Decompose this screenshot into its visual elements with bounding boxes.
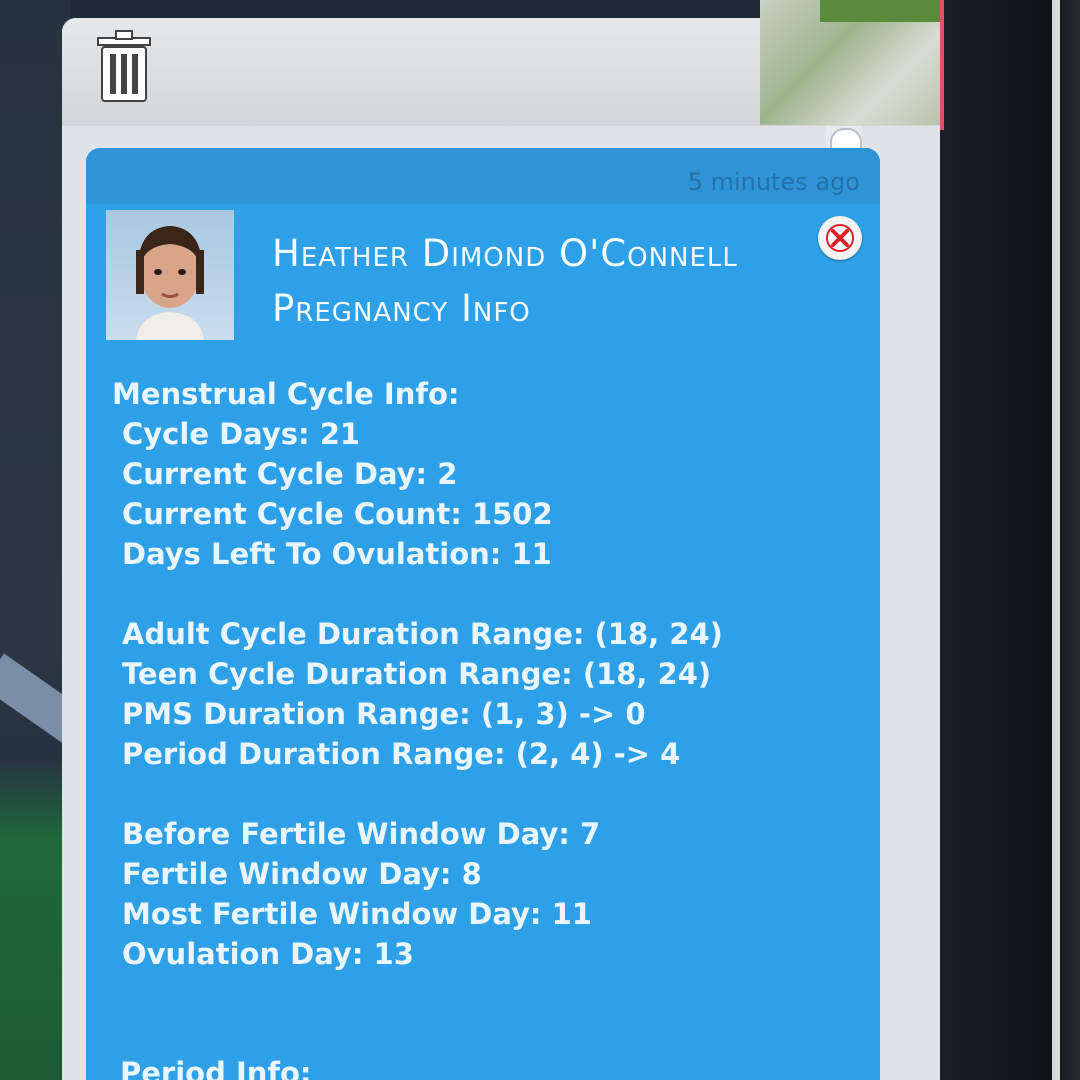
background-right (940, 0, 1080, 1080)
section-heading-period: Period Info: (120, 1056, 312, 1080)
trash-icon[interactable] (96, 28, 152, 104)
map-preview (760, 0, 940, 125)
info-line: Days Left To Ovulation: 11 (122, 537, 552, 571)
info-line: Ovulation Day: 13 (122, 937, 414, 971)
timestamp-bar: 5 minutes ago (86, 148, 880, 204)
info-line: Current Cycle Day: 2 (122, 457, 458, 491)
section-heading: Menstrual Cycle Info: (112, 377, 460, 411)
background-left (0, 0, 119, 1080)
info-line: Before Fertile Window Day: 7 (122, 817, 601, 851)
info-line: PMS Duration Range: (1, 3) -> 0 (122, 697, 646, 731)
info-line: Teen Cycle Duration Range: (18, 24) (122, 657, 712, 691)
info-line: Current Cycle Count: 1502 (122, 497, 553, 531)
info-line: Cycle Days: 21 (122, 417, 361, 451)
info-line: Adult Cycle Duration Range: (18, 24) (122, 617, 723, 651)
close-icon (826, 224, 854, 252)
notification-title: Heather Dimond O'Connell Pregnancy Info (272, 232, 738, 330)
notification-body: Menstrual Cycle Info: Cycle Days: 21 Cur… (112, 374, 872, 974)
sim-portrait[interactable] (106, 210, 234, 340)
info-line: Period Duration Range: (2, 4) -> 4 (122, 737, 681, 771)
notification-card: 5 minutes ago Heather Dimond O'Connell P… (86, 148, 880, 1080)
info-line: Fertile Window Day: 8 (122, 857, 482, 891)
info-line: Most Fertile Window Day: 11 (122, 897, 592, 931)
close-button[interactable] (818, 216, 862, 260)
timestamp: 5 minutes ago (687, 168, 860, 196)
